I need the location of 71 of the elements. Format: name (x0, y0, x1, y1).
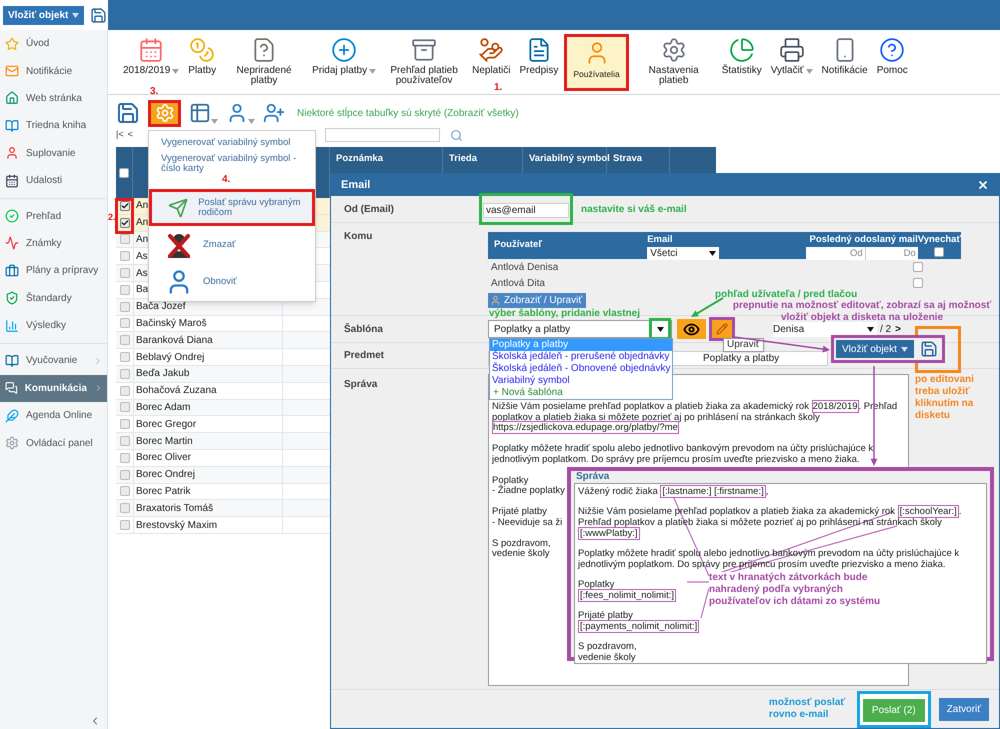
table-cell-text: Bačinský Maroš (136, 316, 207, 331)
field-label: Šablóna (343, 322, 384, 336)
table-cell-text: Borec Patrik (136, 484, 190, 499)
table-cell-text: Baranková Diana (136, 334, 213, 348)
table-cell-text: Borec Martin (136, 434, 193, 449)
toolbar-label: Štatistiky (722, 66, 762, 76)
dialog-title: Email (341, 178, 370, 193)
table-cell-text: Ba (136, 283, 148, 298)
step-number: 3. (150, 85, 158, 99)
field-label: Komu (343, 230, 374, 244)
tooltip: Upraviť (723, 338, 764, 352)
table-cell-text: As (136, 266, 148, 281)
table-cell-text: Borec Gregor (136, 418, 196, 432)
field-label: Predmet (343, 349, 386, 363)
column-header: Variabilný symbol (529, 153, 610, 164)
step-number: 1. (494, 81, 502, 95)
toolbar-label: Používatelia (573, 69, 620, 79)
toolbar-label: 2018/2019 (123, 66, 170, 76)
toolbar-label: Predpisy (519, 66, 558, 76)
recipient-count: / 2 (880, 322, 892, 336)
message-paragraph: Poplatky môžete hradiť spolu alebo jednotlivo bankovým prevodom na účty prislúchajúce k jednotlivým poplatkom. Do správy pre príjemcu prosím uveďte priezvisko a meno žiaka. (492, 444, 874, 465)
toolbar-label: Nastavenia platieb (648, 66, 700, 86)
annotation-note: po editovani treba uložiť kliknutím na disketu (915, 374, 975, 422)
field-label: Od (Email) (343, 202, 396, 216)
panel-title: Správa (575, 471, 610, 483)
table-cell-text: Beblavý Ondrej (136, 350, 204, 365)
template-paragraph: S pozdravom, vedenie školy (578, 641, 637, 663)
toolbar-label: Nepriradené platby (236, 66, 293, 86)
column-header: Email (647, 233, 674, 247)
column-header: Poznámka (336, 153, 383, 164)
table-cell-text: Borec Oliver (136, 451, 192, 466)
toolbar-label: Neplatiči (472, 66, 510, 76)
template-paragraph: Poplatky [:fees_nolimit_nolimit:] (578, 579, 676, 601)
table-cell-text: Borec Ondrej (136, 468, 195, 482)
hidden-columns-notice: Niektoré stĺpce tabuľky sú skryté (Zobraziť všetky) (297, 106, 519, 120)
annotation-note: možnosť poslať rovno e-mail (768, 697, 846, 721)
toolbar-label: Prehľad platieb používateľov (389, 66, 459, 86)
table-cell-text: An (136, 216, 148, 230)
message-paragraph: Poplatky - Žiadne poplatky (492, 476, 565, 496)
table-cell-text: Bohačová Zuzana (136, 384, 217, 398)
message-paragraph: S pozdravom, vedenie školy (492, 538, 551, 560)
annotation-note: prepnutie na možnosť editovať, zobrazí sa aj možnosť vložiť objekt a disketa na uloženie (732, 300, 992, 324)
toolbar-label: Notifikácie (822, 66, 868, 76)
template-paragraph: Vážený rodič žiaka [:lastname:] [:firstname:] , (578, 486, 768, 497)
column-header: Vynechať (918, 233, 961, 247)
table-cell-text: As (136, 250, 148, 264)
recipient-name: Antlová Dita (490, 276, 546, 290)
table-cell-text: An (136, 232, 148, 247)
toolbar-label: Platby (188, 66, 216, 76)
column-header: Používateľ (493, 238, 544, 252)
annotation-note: pohľad užívateľa / pred tlačou (715, 288, 858, 300)
toolbar-label: Vytlačiť (770, 66, 804, 76)
column-header: Strava (613, 153, 642, 164)
step-number: 2. (108, 212, 116, 222)
template-paragraph: Prijaté platby [:payments_nolimit_nolimit:] (578, 610, 700, 632)
column-header: Posledný odoslaný mail (809, 233, 918, 247)
recipient-name: Antlová Denisa (490, 260, 560, 274)
toolbar-label: Pridaj platby (312, 66, 368, 76)
column-header: Trieda (449, 153, 477, 164)
annotation-note: nastavite si váš e-mail (581, 202, 687, 216)
table-cell-text: Braxatoris Tomáš (136, 502, 214, 516)
table-cell-text: Brestovský Maxim (136, 518, 218, 533)
table-cell-text: Borec Adam (136, 400, 190, 415)
toolbar-label: Pomoc (876, 66, 908, 76)
step-number: 4. (222, 174, 230, 185)
field-label: Správa (343, 378, 378, 392)
table-cell-text: Beďa Jakub (136, 367, 190, 382)
table-cell-text: Bača Jozef (136, 300, 186, 314)
annotation-note: výber šablóny, pridanie vlastnej (489, 307, 640, 321)
table-cell-text: An (136, 199, 148, 214)
message-paragraph: Prijaté platby - Neeviduje sa ži (492, 507, 562, 528)
